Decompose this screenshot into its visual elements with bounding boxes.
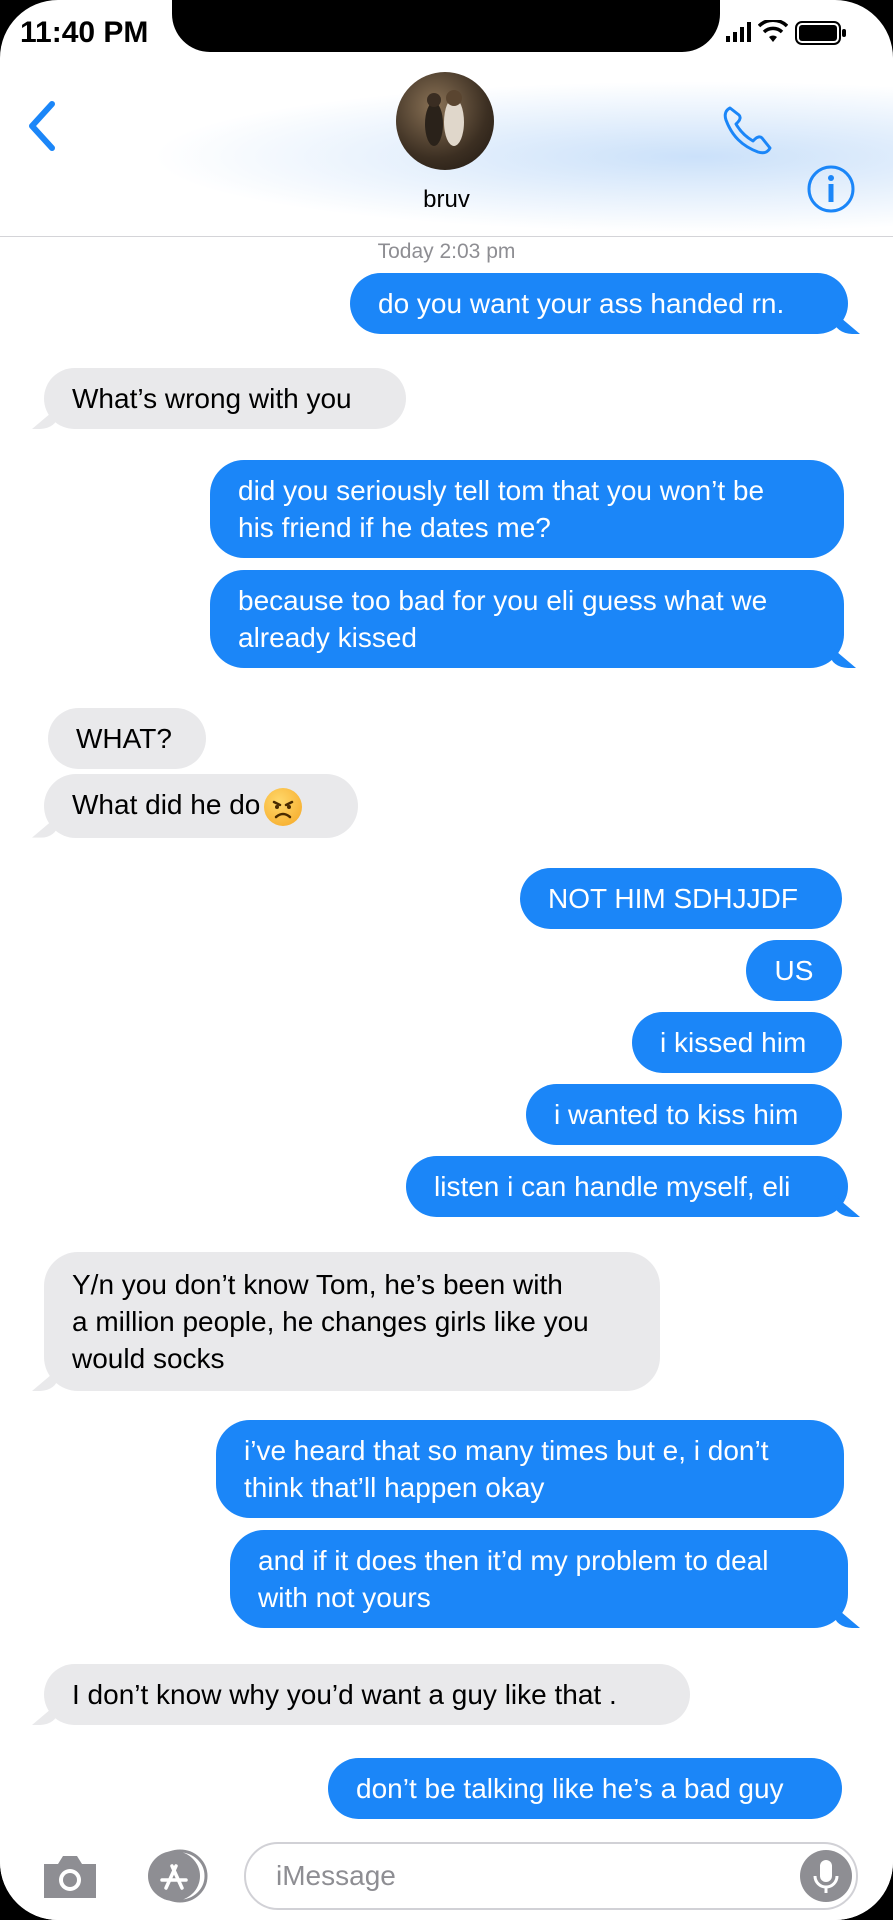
sent-message-bubble[interactable]: do you want your ass handed rn.: [350, 273, 848, 334]
message-text: listen i can handle myself, eli: [434, 1171, 791, 1202]
message-text-line: his friend if he dates me?: [238, 512, 551, 543]
received-message-bubble[interactable]: I don’t know why you’d want a guy like t…: [44, 1664, 690, 1725]
message-text: NOT HIM SDHJJDF: [548, 883, 798, 914]
info-icon[interactable]: [806, 164, 856, 214]
sent-message-bubble[interactable]: because too bad for you eli guess what w…: [210, 570, 844, 668]
sent-message-bubble[interactable]: i’ve heard that so many times but e, i d…: [216, 1420, 844, 1518]
message-text-line: because too bad for you eli guess what w…: [238, 585, 768, 616]
status-time: 11:40 PM: [20, 16, 149, 49]
message-text-line: think that’ll happen okay: [244, 1472, 545, 1503]
microphone-icon[interactable]: [800, 1850, 852, 1902]
message-text: WHAT?: [76, 723, 172, 754]
received-message-bubble[interactable]: What’s wrong with you: [44, 368, 406, 429]
message-text: What’s wrong with you: [72, 383, 352, 414]
device-notch: [172, 0, 720, 52]
back-chevron-icon[interactable]: [22, 98, 62, 154]
message-text-line: a million people, he changes girls like …: [72, 1306, 589, 1337]
conversation-timestamp: Today 2:03 pm: [377, 240, 516, 263]
message-text: i wanted to kiss him: [554, 1099, 799, 1130]
message-text: I don’t know why you’d want a guy like t…: [72, 1679, 617, 1710]
app-store-icon[interactable]: [140, 1848, 212, 1904]
sent-message-bubble[interactable]: and if it does then it’d my problem to d…: [230, 1530, 848, 1628]
message-text-line: did you seriously tell tom that you won’…: [238, 475, 765, 506]
message-text-line: and if it does then it’d my problem to d…: [258, 1545, 769, 1576]
message-text-line: i’ve heard that so many times but e, i d…: [244, 1435, 769, 1466]
message-text-line: with not yours: [258, 1582, 431, 1613]
received-message-bubble[interactable]: What did he do: [44, 774, 358, 838]
angry-face-icon: [264, 787, 303, 826]
message-text-line: Y/n you don’t know Tom, he’s been with: [72, 1269, 563, 1300]
message-text: don’t be talking like he’s a bad guy: [356, 1773, 784, 1804]
camera-icon[interactable]: [40, 1850, 100, 1902]
imessage-input[interactable]: [244, 1842, 858, 1910]
message-text: i kissed him: [660, 1027, 807, 1058]
sent-message-bubble[interactable]: don’t be talking like he’s a bad guy: [328, 1758, 842, 1819]
contact-name[interactable]: bruv: [0, 186, 893, 214]
message-text: US: [774, 955, 814, 986]
wifi-icon: [758, 20, 788, 42]
phone-icon[interactable]: [720, 102, 774, 156]
signal-icon: [726, 22, 751, 42]
battery-icon: [795, 21, 846, 45]
received-message-bubble[interactable]: WHAT?: [48, 708, 206, 769]
sent-message-bubble[interactable]: i kissed him: [632, 1012, 842, 1073]
contact-avatar[interactable]: [396, 72, 494, 170]
message-text: do you want your ass handed rn.: [378, 288, 785, 319]
messages-screen: 11:40 PM bruv Today 2:03 pm do you want …: [0, 0, 893, 1920]
sent-message-bubble[interactable]: listen i can handle myself, eli: [406, 1156, 848, 1217]
sent-message-bubble[interactable]: NOT HIM SDHJJDF: [520, 868, 842, 929]
received-message-bubble[interactable]: Y/n you don’t know Tom, he’s been with a…: [44, 1252, 660, 1391]
sent-message-bubble[interactable]: i wanted to kiss him: [526, 1084, 842, 1145]
sent-message-bubble[interactable]: did you seriously tell tom that you won’…: [210, 460, 844, 558]
message-text-line: would socks: [72, 1343, 225, 1374]
message-text-line: already kissed: [238, 622, 417, 653]
sent-message-bubble[interactable]: US: [746, 940, 842, 1001]
message-text: What did he do: [72, 789, 261, 820]
conversation-header: bruv: [0, 60, 893, 237]
